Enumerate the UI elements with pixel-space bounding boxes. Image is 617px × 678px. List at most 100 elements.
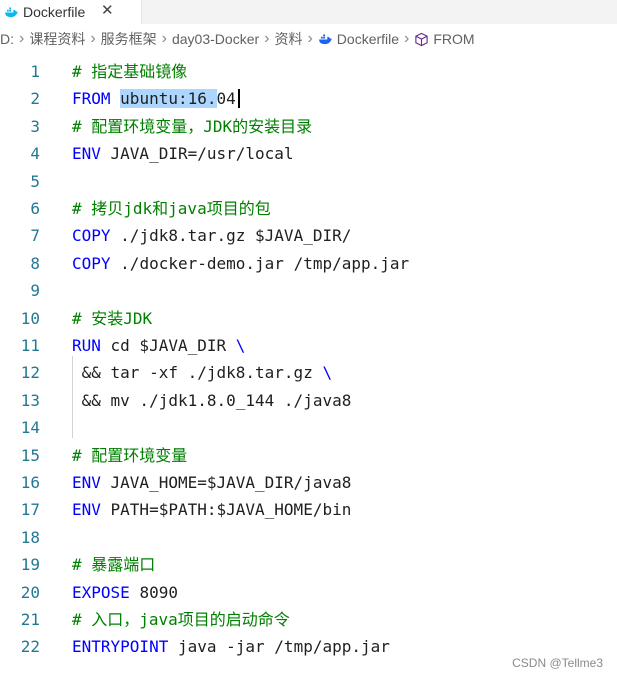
code-line[interactable]: 10 # 安装JDK <box>0 305 617 332</box>
code-comment: # 配置环境变量，JDK的安装目录 <box>72 116 313 136</box>
line-number: 8 <box>30 253 40 273</box>
code-token: && tar -xf ./jdk8.tar.gz <box>72 363 323 383</box>
code-keyword: FROM <box>72 89 121 109</box>
close-icon[interactable]: ✕ <box>101 1 114 19</box>
chevron-right-icon: › <box>404 30 410 47</box>
code-token: ./jdk8.tar.gz $JAVA_DIR/ <box>120 226 352 246</box>
code-text: # 入口，java项目的启动命令 <box>72 606 290 633</box>
code-text: COPY ./docker-demo.jar /tmp/app.jar <box>72 250 409 277</box>
code-text: # 指定基础镜像 <box>72 58 187 85</box>
breadcrumb-item[interactable]: 服务框架 <box>101 29 157 49</box>
line-number: 2 <box>30 89 40 109</box>
code-keyword: ENV <box>72 500 111 520</box>
code-line[interactable]: 13 && mv ./jdk1.8.0_144 ./java8 <box>0 387 617 414</box>
code-line[interactable]: 3 # 配置环境变量，JDK的安装目录 <box>0 113 617 140</box>
code-token: 04 <box>216 89 236 109</box>
code-comment: # 入口，java项目的启动命令 <box>72 610 290 629</box>
code-editor[interactable]: 1 # 指定基础镜像 2 FROM ubuntu:16.04 3 # 配置环境变量，JDK… <box>0 58 617 678</box>
code-keyword: ENTRYPOINT <box>72 637 178 657</box>
line-number: 13 <box>20 390 40 410</box>
line-number: 11 <box>20 336 40 355</box>
code-token: PATH=$PATH:$JAVA_HOME/bin <box>110 500 352 520</box>
watermark: CSDN @Tellme3 <box>512 656 603 670</box>
line-number: 17 <box>20 500 40 520</box>
code-line[interactable]: 4 ENV JAVA_DIR=/usr/local <box>0 140 617 167</box>
code-line[interactable]: 5 <box>0 168 617 195</box>
code-keyword: COPY <box>72 253 121 273</box>
line-number: 5 <box>30 171 40 191</box>
code-token: ubuntu:16. <box>120 89 217 109</box>
breadcrumb-item[interactable]: day03-Docker <box>172 31 259 47</box>
code-text: && mv ./jdk1.8.0_144 ./java8 <box>72 387 352 414</box>
code-text: # 拷贝jdk和java项目的包 <box>72 195 271 222</box>
code-line[interactable]: 12 && tar -xf ./jdk8.tar.gz \ <box>0 359 617 386</box>
code-line[interactable]: 6 # 拷贝jdk和java项目的包 <box>0 195 617 222</box>
code-keyword: ENV <box>72 144 111 164</box>
code-line[interactable]: 21 # 入口，java项目的启动命令 <box>0 606 617 633</box>
code-text: # 配置环境变量 <box>72 442 187 469</box>
line-number: 15 <box>20 445 40 465</box>
breadcrumb-label: Dockerfile <box>336 31 400 47</box>
code-text: COPY ./jdk8.tar.gz $JAVA_DIR/ <box>72 222 351 249</box>
code-line[interactable]: 1 # 指定基础镜像 <box>0 58 617 85</box>
code-text: ENV JAVA_DIR=/usr/local <box>72 140 294 167</box>
code-text: EXPOSE 8090 <box>72 579 178 606</box>
code-line[interactable]: 19 # 暴露端口 <box>0 551 617 578</box>
chevron-right-icon: › <box>90 30 96 47</box>
line-number: 21 <box>20 610 40 629</box>
chevron-right-icon: › <box>264 30 270 47</box>
breadcrumb-label: day03-Docker <box>171 31 260 47</box>
code-keyword: COPY <box>72 226 121 246</box>
code-line[interactable]: 8 COPY ./docker-demo.jar /tmp/app.jar <box>0 250 617 277</box>
line-number: 16 <box>20 473 40 492</box>
code-keyword: EXPOSE <box>72 582 140 602</box>
line-number: 18 <box>20 527 40 547</box>
line-number: 9 <box>30 281 40 301</box>
breadcrumb-label: 课程资料 <box>29 31 86 47</box>
code-text: ENV JAVA_HOME=$JAVA_DIR/java8 <box>72 469 351 496</box>
code-token: java -jar /tmp/app.jar <box>177 637 390 657</box>
tab-dockerfile[interactable]: Dockerfile ✕ <box>0 0 142 24</box>
code-comment: # 配置环境变量 <box>72 445 188 465</box>
breadcrumb: D: › 课程资料 › 服务框架 › day03-Docker › 资料 › Dockerfile ›… <box>0 24 617 54</box>
code-text: && tar -xf ./jdk8.tar.gz \ <box>72 359 332 386</box>
code-line[interactable]: 15 # 配置环境变量 <box>0 442 617 469</box>
code-token: && mv ./jdk1.8.0_144 ./java8 <box>72 390 352 410</box>
line-number: 19 <box>20 555 40 575</box>
code-line[interactable]: 7 COPY ./jdk8.tar.gz $JAVA_DIR/ <box>0 222 617 249</box>
code-line[interactable]: 11 RUN cd $JAVA_DIR \ <box>0 332 617 359</box>
symbol-cube-icon <box>415 32 429 46</box>
chevron-right-icon: › <box>161 30 167 47</box>
code-token: JAVA_DIR=/usr/local <box>110 144 294 164</box>
code-token: JAVA_HOME=$JAVA_DIR/java8 <box>110 473 352 492</box>
breadcrumb-label: D: <box>0 31 14 47</box>
code-line[interactable]: 17 ENV PATH=$PATH:$JAVA_HOME/bin <box>0 496 617 523</box>
code-token: 8090 <box>139 582 178 602</box>
line-number: 3 <box>30 116 40 136</box>
code-line[interactable]: 2 FROM ubuntu:16.04 <box>0 85 617 112</box>
code-keyword: RUN <box>72 336 111 355</box>
breadcrumb-item[interactable]: 课程资料 <box>29 29 85 49</box>
line-number: 7 <box>30 226 40 246</box>
code-line[interactable]: 18 <box>0 524 617 551</box>
chevron-right-icon: › <box>307 30 313 47</box>
code-comment: # 暴露端口 <box>72 555 156 575</box>
code-keyword: \ <box>235 336 246 355</box>
breadcrumb-item[interactable]: FROM <box>414 31 475 47</box>
code-keyword: ENV <box>72 473 111 492</box>
code-text: FROM ubuntu:16.04 <box>72 85 236 112</box>
breadcrumb-item[interactable]: D: <box>0 31 14 47</box>
line-number: 14 <box>20 418 40 438</box>
code-text: # 安装JDK <box>72 305 152 332</box>
code-line[interactable]: 9 <box>0 277 617 304</box>
breadcrumb-label: FROM <box>433 31 475 47</box>
breadcrumb-item[interactable]: 资料 <box>274 29 302 49</box>
code-keyword: \ <box>322 363 333 383</box>
code-line[interactable]: 20 EXPOSE 8090 <box>0 579 617 606</box>
code-line[interactable]: 14 <box>0 414 617 441</box>
breadcrumb-item[interactable]: Dockerfile <box>318 31 399 47</box>
code-line[interactable]: 16 ENV JAVA_HOME=$JAVA_DIR/java8 <box>0 469 617 496</box>
line-number: 22 <box>20 637 40 657</box>
code-text: # 暴露端口 <box>72 551 155 578</box>
text-cursor <box>238 89 240 109</box>
